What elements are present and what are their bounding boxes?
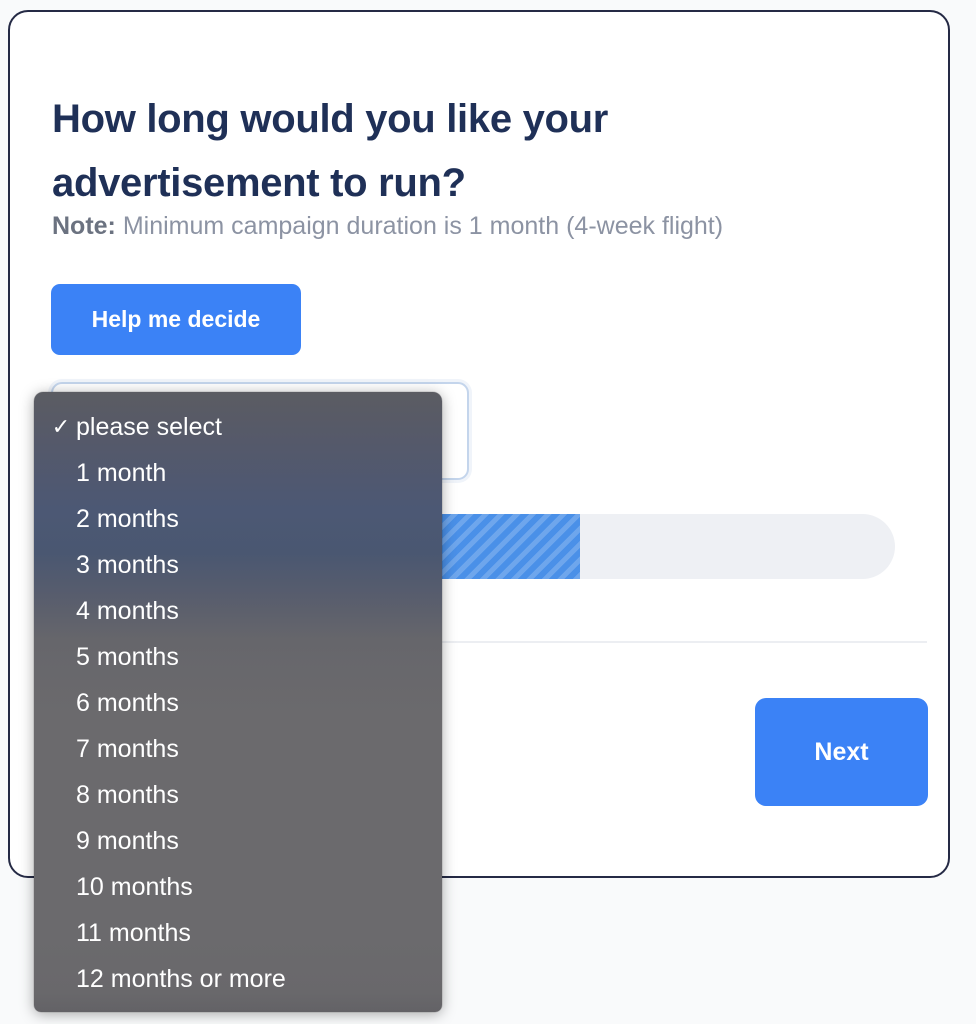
- dropdown-option[interactable]: 9 months: [34, 818, 442, 864]
- dropdown-option-label: 4 months: [76, 597, 179, 625]
- next-button[interactable]: Next: [755, 698, 928, 806]
- dropdown-option[interactable]: 3 months: [34, 542, 442, 588]
- dropdown-option-label: 8 months: [76, 781, 179, 809]
- dropdown-option[interactable]: 11 months: [34, 910, 442, 956]
- help-me-decide-button[interactable]: Help me decide: [51, 284, 301, 355]
- dropdown-option[interactable]: 8 months: [34, 772, 442, 818]
- dropdown-option-label: please select: [76, 413, 222, 441]
- dropdown-option[interactable]: 6 months: [34, 680, 442, 726]
- dropdown-option[interactable]: ✓ please select: [34, 404, 442, 450]
- dropdown-option-label: 11 months: [76, 919, 191, 947]
- dropdown-option-label: 3 months: [76, 551, 179, 579]
- dropdown-option-label: 2 months: [76, 505, 179, 533]
- dropdown-option[interactable]: 10 months: [34, 864, 442, 910]
- note-body: Minimum campaign duration is 1 month (4-…: [115, 212, 724, 240]
- note-text: Note: Minimum campaign duration is 1 mon…: [52, 212, 723, 241]
- dropdown-option-label: 5 months: [76, 643, 179, 671]
- dropdown-option-label: 10 months: [76, 873, 193, 901]
- page-title: How long would you like your advertiseme…: [52, 87, 732, 215]
- dropdown-option-label: 1 month: [76, 459, 167, 487]
- dropdown-option-label: 6 months: [76, 689, 179, 717]
- dropdown-option[interactable]: 5 months: [34, 634, 442, 680]
- dropdown-option[interactable]: 4 months: [34, 588, 442, 634]
- page-title-line-1: How long would you like your: [52, 96, 609, 141]
- note-label: Note:: [52, 212, 116, 240]
- dropdown-option[interactable]: 2 months: [34, 496, 442, 542]
- duration-dropdown-menu[interactable]: ✓ please select 1 month 2 months 3 months 4 m…: [34, 392, 442, 1012]
- dropdown-option-label: 12 months or more: [76, 965, 286, 993]
- dropdown-option-label: 9 months: [76, 827, 179, 855]
- dropdown-option-label: 7 months: [76, 735, 179, 763]
- dropdown-option[interactable]: 7 months: [34, 726, 442, 772]
- check-icon: ✓: [51, 414, 71, 439]
- dropdown-option[interactable]: 1 month: [34, 450, 442, 496]
- dropdown-option[interactable]: 12 months or more: [34, 956, 442, 1002]
- page-title-line-2: advertisement to run?: [52, 160, 466, 205]
